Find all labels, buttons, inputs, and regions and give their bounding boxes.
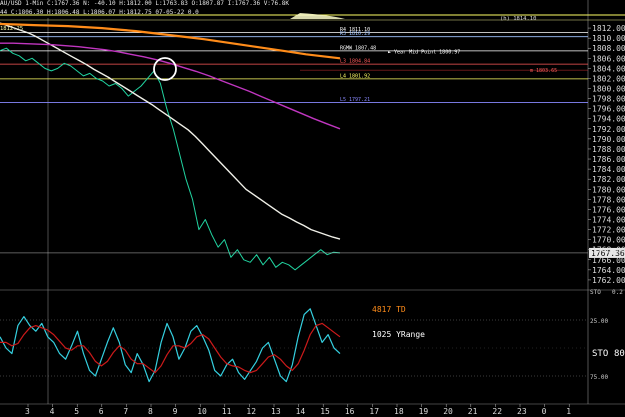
price-series-2	[0, 42, 341, 130]
price-tick-label-11: 1790.00	[592, 135, 625, 144]
price-series-1	[0, 22, 341, 240]
chart-canvas[interactable]: 1812.25(h) 1814.10R4 1811.10R3 1810.29RG…	[0, 0, 625, 417]
sto-axis-label: STO	[590, 289, 601, 296]
osc-series-0	[0, 308, 341, 383]
time-tick-label-6: 9	[173, 407, 178, 416]
time-tick-label-19: 22	[492, 407, 502, 416]
time-tick-label-22: 1	[566, 407, 571, 416]
price-tick-label-6: 1800.00	[592, 85, 625, 94]
chart-window[interactable]: 1812.25 (h) 1814.10 R4 1811.10 R3 1810.29 RG…	[0, 0, 625, 417]
stoch-value: 80	[614, 349, 625, 359]
time-tick-label-10: 13	[271, 407, 281, 416]
time-tick-label-17: 20	[443, 407, 453, 416]
price-series-0	[0, 47, 341, 271]
time-tick-label-3: 6	[99, 407, 104, 416]
price-tick-label-2: 1808.00	[592, 44, 625, 53]
price-tick-label-1: 1810.00	[592, 34, 625, 43]
year-mid-label: ► Year Mid Point 1800.97	[388, 50, 460, 56]
price-tick-label-24: 1764.00	[592, 266, 625, 275]
time-tick-label-16: 19	[419, 407, 429, 416]
price-tick-label-15: 1782.00	[592, 175, 625, 184]
time-tick-label-12: 15	[320, 407, 330, 416]
price-tick-label-3: 1806.00	[592, 54, 625, 63]
yrange-label: 1025 YRange	[372, 330, 425, 339]
pivot-label-2: RGMW 1807.48	[340, 45, 376, 51]
time-tick-label-8: 11	[222, 407, 232, 416]
price-tick-label-8: 1796.00	[592, 105, 625, 114]
sto-axis-value: 0.2	[612, 289, 623, 296]
price-series-3	[0, 22, 341, 60]
price-tick-label-20: 1772.00	[592, 226, 625, 235]
price-tick-label-10: 1792.00	[592, 125, 625, 134]
chart-header-line1: AU/USD 1-Min C:1767.36 N: -40.10 H:1812.…	[0, 0, 289, 7]
pivot-label-5: L5 1797.21	[340, 97, 370, 103]
td-label: 4817 TD	[372, 305, 406, 314]
price-tick-label-19: 1774.00	[592, 215, 625, 224]
top-highlight	[290, 13, 345, 19]
price-tick-label-9: 1794.00	[592, 115, 625, 124]
red-level-label: m 1803.65	[530, 68, 557, 74]
time-tick-label-15: 18	[394, 407, 404, 416]
osc-tick-label-0: 25.00	[590, 318, 608, 325]
time-tick-label-4: 7	[123, 407, 128, 416]
stoch-label: STO	[592, 349, 608, 359]
price-tick-label-13: 1786.00	[592, 155, 625, 164]
time-tick-label-1: 4	[50, 407, 55, 416]
time-tick-label-0: 3	[25, 407, 30, 416]
pivot-label-3: L3 1804.84	[340, 59, 370, 65]
price-tick-label-7: 1798.00	[592, 95, 625, 104]
pivot-label-4: L4 1801.92	[340, 73, 370, 79]
time-tick-label-13: 16	[345, 407, 355, 416]
price-tick-label-17: 1778.00	[592, 195, 625, 204]
time-tick-label-18: 21	[468, 407, 478, 416]
price-tick-label-16: 1780.00	[592, 185, 625, 194]
price-tick-label-0: 1812.00	[592, 24, 625, 33]
price-tick-label-18: 1776.00	[592, 205, 625, 214]
time-tick-label-11: 14	[296, 407, 306, 416]
osc-tick-label-1: 75.00	[590, 374, 608, 381]
time-tick-label-2: 5	[74, 407, 79, 416]
time-tick-label-5: 8	[148, 407, 153, 416]
price-tick-label-25: 1762.00	[592, 276, 625, 285]
price-tick-label-4: 1804.00	[592, 64, 625, 73]
chart-header-line2: 44 C:1806.30 H:1806.48 L:1806.07 H:1812.…	[0, 9, 199, 16]
price-tick-label-12: 1788.00	[592, 145, 625, 154]
pivot-label-1: R3 1810.29	[340, 31, 370, 37]
top-right-level-label: (h) 1814.10	[500, 16, 536, 22]
time-tick-label-14: 17	[369, 407, 379, 416]
price-tick-label-14: 1784.00	[592, 165, 625, 174]
time-tick-label-21: 0	[542, 407, 547, 416]
price-tick-label-21: 1770.00	[592, 236, 625, 245]
price-tick-label-5: 1802.00	[592, 74, 625, 83]
time-tick-label-20: 23	[517, 407, 527, 416]
price-tick-label-23: 1766.00	[592, 256, 625, 265]
time-tick-label-9: 12	[246, 407, 256, 416]
time-tick-label-7: 10	[197, 407, 207, 416]
price-tick-label-22: 1768.00	[592, 246, 625, 255]
